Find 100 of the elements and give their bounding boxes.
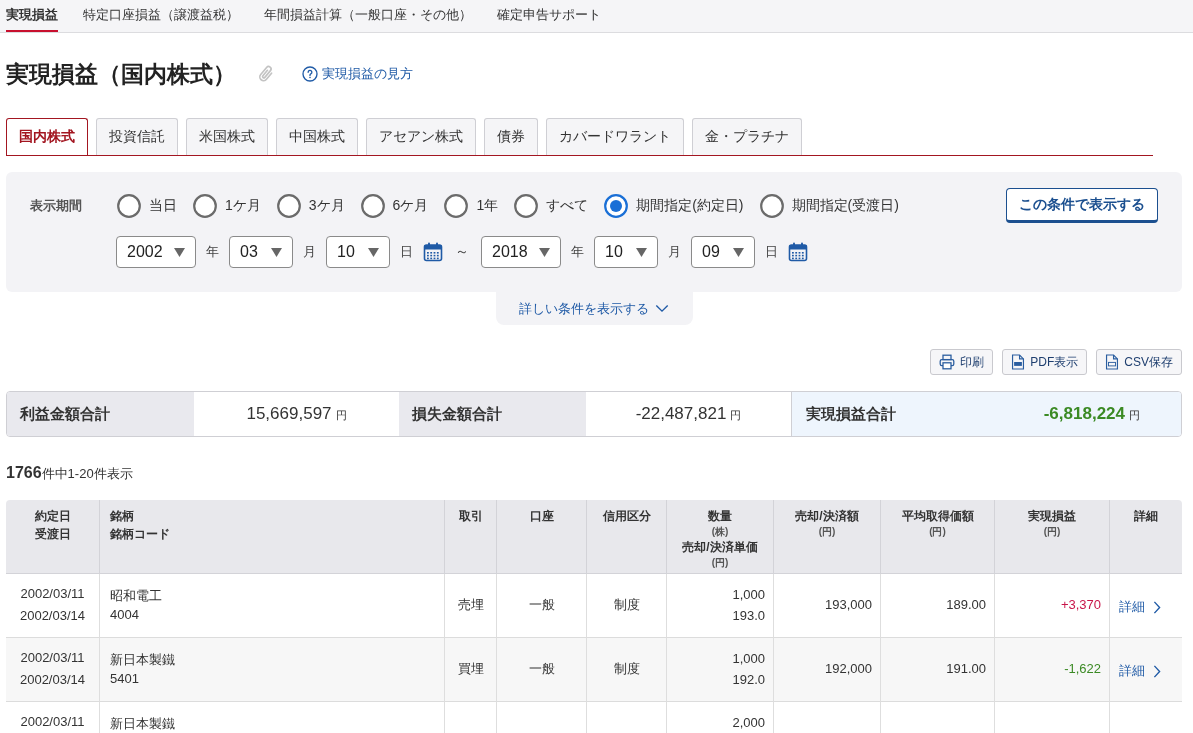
- period-radio[interactable]: 1年: [444, 193, 499, 218]
- column-unit: (円): [710, 556, 730, 569]
- page-title: 実現損益（国内株式）: [6, 60, 236, 89]
- column-title: 詳細: [1133, 508, 1159, 525]
- column-title: 売却/決済単価: [681, 539, 759, 556]
- detail-link[interactable]: 詳細: [1119, 598, 1161, 616]
- period-radio[interactable]: 期間指定(受渡日): [759, 193, 899, 218]
- summary-label: 損失金額合計: [399, 392, 586, 436]
- margin-type: 制度: [612, 596, 641, 614]
- calendar-icon[interactable]: [788, 242, 808, 262]
- help-link[interactable]: 実現損益の見方: [302, 65, 413, 83]
- average-cost: 191.00: [945, 660, 986, 678]
- account-type: 一般: [527, 660, 556, 678]
- calendar-icon[interactable]: [423, 242, 443, 262]
- date-select[interactable]: 2018: [481, 236, 561, 268]
- tab[interactable]: 国内株式: [6, 118, 88, 155]
- trade-type: 買埋: [456, 660, 485, 678]
- date-unit-label: 月: [303, 243, 316, 261]
- column-title: 口座: [528, 508, 555, 525]
- chevron-right-icon: [1153, 600, 1161, 614]
- quantity: 1,000: [731, 650, 765, 668]
- settlement-date: 2002/03/14: [18, 671, 87, 689]
- total-amount: -6,818,224: [1043, 404, 1125, 424]
- tab[interactable]: 債券: [484, 118, 538, 155]
- quantity: 2,000: [731, 714, 765, 732]
- period-radio[interactable]: 期間指定(約定日): [604, 193, 744, 218]
- currency-unit: 円: [1129, 408, 1140, 423]
- nav-tab[interactable]: 実現損益: [6, 0, 58, 32]
- caret-icon: [368, 247, 379, 257]
- tab[interactable]: 投資信託: [96, 118, 178, 155]
- result-count: 1766件中1-20件表示: [6, 463, 134, 483]
- date-unit-label: 日: [765, 243, 778, 261]
- caret-icon: [271, 247, 282, 257]
- date-select[interactable]: 03: [229, 236, 293, 268]
- settlement-amount: 192,000: [824, 660, 872, 678]
- file-icon: [1105, 354, 1120, 370]
- column-title: 実現損益: [1027, 508, 1077, 525]
- tab[interactable]: カバードワラント: [546, 118, 684, 155]
- chevron-right-icon: [1153, 664, 1161, 678]
- help-icon: [302, 66, 318, 82]
- apply-button[interactable]: この条件で表示する: [1006, 188, 1158, 223]
- chevron-down-icon: [655, 304, 669, 313]
- print-button[interactable]: 印刷: [930, 349, 994, 375]
- tab[interactable]: 中国株式: [276, 118, 358, 155]
- summary-label: 実現損益合計: [806, 404, 896, 424]
- column-title: 数量: [707, 508, 733, 525]
- tab[interactable]: 米国株式: [186, 118, 268, 155]
- stock-name: 新日本製鐵: [110, 651, 176, 669]
- column-title: 受渡日: [33, 526, 72, 543]
- printer-icon: [939, 354, 956, 370]
- summary-label: 利益金額合計: [7, 392, 194, 436]
- period-radio[interactable]: 当日: [117, 193, 177, 218]
- stock-code: 5401: [110, 670, 140, 688]
- stock-name: 昭和電工: [110, 587, 163, 605]
- date-select[interactable]: 2002: [116, 236, 196, 268]
- tab[interactable]: 金・プラチナ: [692, 118, 802, 155]
- realized-profit: +3,370: [1059, 596, 1101, 614]
- column-title: 信用区分: [601, 508, 652, 525]
- caret-icon: [174, 247, 185, 257]
- tab[interactable]: アセアン株式: [366, 118, 476, 155]
- csv-button[interactable]: CSV保存: [1096, 349, 1182, 375]
- column-unit: (円): [928, 525, 947, 538]
- date-unit-label: 年: [206, 243, 219, 261]
- range-separator: ～: [455, 243, 469, 261]
- period-radio[interactable]: すべて: [514, 193, 589, 218]
- file-icon: [1011, 354, 1026, 370]
- column-unit: (株): [710, 525, 730, 538]
- stock-code: 4004: [110, 606, 140, 624]
- unit-price: 192.0: [731, 671, 765, 689]
- column-title: 取引: [457, 508, 484, 525]
- nav-tab[interactable]: 年間損益計算（一般口座・その他）: [264, 0, 472, 32]
- currency-unit: 円: [730, 408, 742, 423]
- column-title: 銘柄コード: [110, 526, 171, 543]
- date-select[interactable]: 10: [326, 236, 390, 268]
- column-title: 平均取得価額: [900, 508, 975, 525]
- settlement-amount: 193,000: [824, 596, 872, 614]
- date-select[interactable]: 10: [594, 236, 658, 268]
- amount-value: -22,487,821: [635, 403, 727, 425]
- realized-profit: -1,622: [1063, 660, 1101, 678]
- unit-price: 193.0: [731, 607, 765, 625]
- caret-icon: [636, 247, 647, 257]
- column-title: 売却/決済額: [794, 508, 860, 525]
- stock-name: 新日本製鐵: [110, 715, 176, 733]
- detail-link[interactable]: 詳細: [1119, 662, 1161, 680]
- column-unit: (円): [1042, 525, 1062, 538]
- period-radio[interactable]: 3ケ月: [276, 193, 345, 218]
- period-radio[interactable]: 6ケ月: [360, 193, 429, 218]
- nav-tab[interactable]: 特定口座損益（譲渡益税）: [83, 0, 239, 32]
- column-unit: (円): [817, 525, 837, 538]
- currency-unit: 円: [335, 408, 347, 423]
- date-unit-label: 日: [400, 243, 413, 261]
- period-radio[interactable]: 1ケ月: [193, 193, 261, 218]
- more-conditions-toggle[interactable]: 詳しい条件を表示する: [495, 292, 693, 325]
- date-select[interactable]: 09: [691, 236, 755, 268]
- date-unit-label: 年: [571, 243, 584, 261]
- nav-tab[interactable]: 確定申告サポート: [497, 0, 601, 32]
- pdf-button[interactable]: PDF表示: [1002, 349, 1088, 375]
- column-title: 銘柄: [110, 508, 135, 525]
- column-title: 約定日: [33, 508, 72, 525]
- amount-value: 15,669,597: [246, 403, 332, 425]
